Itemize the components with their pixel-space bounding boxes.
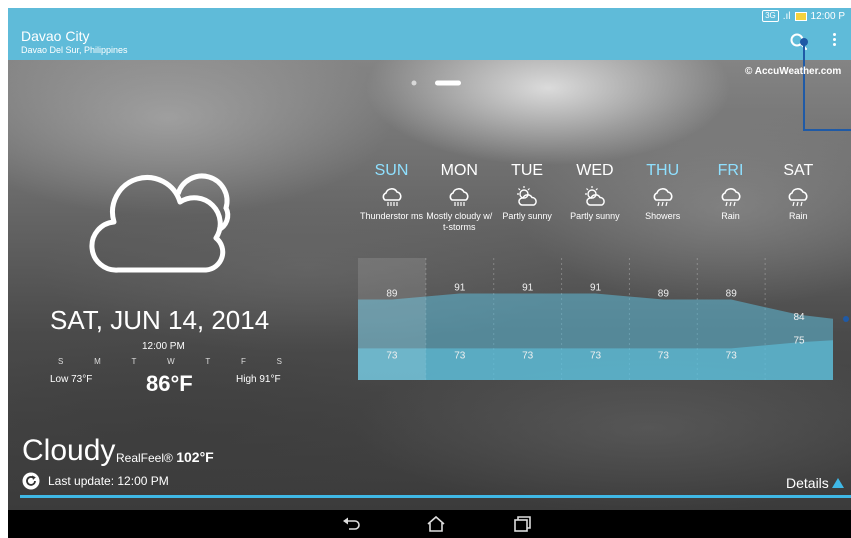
region-name: Davao Del Sur, Philippines [21, 45, 128, 55]
day-letter: S [58, 357, 64, 366]
week-day-strip: S M T W T F S [58, 357, 282, 366]
current-temperature: 86°F [146, 371, 193, 396]
status-time: 12:00 P [810, 10, 845, 22]
low-temperature-label: 73 [726, 350, 738, 361]
high-temperature: High 91°F [236, 374, 281, 385]
day-letter: T [131, 357, 137, 366]
network-type: 3G [762, 10, 779, 22]
partly-sunny-icon [517, 186, 537, 206]
high-temperature-label: 91 [590, 282, 602, 293]
high-temperature-label: 89 [658, 289, 670, 300]
rain-icon [788, 188, 808, 207]
signal-icon: .ıl [782, 10, 791, 22]
low-temperature: Low 73°F [50, 374, 93, 385]
low-temperature-label: 73 [454, 350, 466, 361]
realfeel-value: 102°F [176, 449, 214, 465]
cloudy-icon [89, 173, 231, 273]
app-bar: Davao City Davao Del Sur, Philippines [8, 26, 851, 60]
forecast-day-sat[interactable]: SAT Rain [765, 160, 832, 222]
forecast-day-mon[interactable]: MON Mostly cloudy w/ t-storms [426, 160, 493, 233]
thunderstorm-icon [382, 188, 402, 206]
forecast-day-name: TUE [511, 162, 544, 179]
recent-apps-icon[interactable] [512, 515, 532, 533]
thunderstorm-icon [449, 188, 469, 206]
day-letter: S [276, 357, 282, 366]
details-label: Details [786, 475, 829, 491]
high-temperature-label: 89 [386, 289, 398, 300]
day-letter: W [167, 357, 175, 366]
details-bar [20, 495, 851, 498]
realfeel: RealFeel® 102°F [116, 449, 214, 465]
forecast-condition: Partly sunny [570, 211, 620, 221]
high-temperature-label: 84 [794, 312, 806, 323]
forecast-condition: Mostly cloudy w/ t-storms [426, 211, 493, 232]
status-bar: 3G .ıl 12:00 P [8, 8, 851, 26]
realfeel-label: RealFeel® [116, 451, 173, 465]
back-icon[interactable] [342, 515, 362, 533]
current-date: SAT, JUN 14, 2014 [50, 305, 270, 335]
low-temperature-label: 73 [522, 350, 534, 361]
high-temperature-label: 89 [726, 289, 738, 300]
annotation-dot [843, 316, 849, 322]
annotation-line [803, 129, 851, 131]
forecast-day-name: MON [440, 162, 478, 179]
forecast-day-name: THU [646, 162, 680, 179]
forecast-condition: Showers [645, 211, 681, 221]
forecast-condition: Rain [789, 211, 808, 221]
details-button[interactable]: Details [786, 475, 844, 491]
forecast-day-name: WED [576, 162, 614, 179]
forecast-condition: Partly sunny [502, 211, 552, 221]
current-condition: Cloudy [22, 434, 116, 467]
forecast-day-sun[interactable]: SUN Thunderstor ms [358, 160, 425, 222]
triangle-up-icon [831, 478, 844, 488]
temperature-chart: 89 91 91 91 89 89 84 73 73 73 73 73 73 75 [358, 258, 833, 380]
home-icon[interactable] [426, 515, 446, 533]
high-temperature-label: 91 [454, 282, 466, 293]
rain-icon [721, 188, 741, 207]
day-letter: F [241, 357, 246, 366]
forecast-day-fri[interactable]: FRI Rain [697, 160, 764, 222]
high-temperature-label: 91 [522, 282, 534, 293]
low-temperature-label: 73 [590, 350, 602, 361]
forecast-condition: Thunderstor ms [359, 211, 424, 221]
refresh-icon[interactable] [22, 472, 40, 490]
low-temperature-label: 73 [658, 350, 670, 361]
forecast-condition: Rain [721, 211, 740, 221]
forecast-day-tue[interactable]: TUE Partly sunny [494, 160, 561, 222]
accuweather-attribution[interactable]: © AccuWeather.com [745, 66, 841, 77]
status-icons: 3G .ıl 12:00 P [762, 10, 845, 22]
day-letter: M [94, 357, 101, 366]
day-letter: T [205, 357, 211, 366]
low-temperature-label: 75 [794, 335, 806, 346]
forecast-day-name: FRI [717, 162, 744, 179]
current-time: 12:00 PM [142, 341, 185, 352]
selected-day-highlight [358, 258, 426, 380]
weather-screen: 3G .ıl 12:00 P Davao City Davao Del Sur,… [0, 0, 851, 538]
forecast-day-name: SUN [374, 162, 409, 179]
showers-icon [653, 188, 673, 207]
navigation-bar [8, 510, 851, 538]
city-name[interactable]: Davao City [21, 28, 89, 44]
annotation-dot [800, 38, 808, 46]
forecast-day-thu[interactable]: THU Showers [629, 160, 696, 222]
forecast-day-name: SAT [783, 162, 814, 179]
annotation-line [803, 42, 805, 131]
last-update: Last update: 12:00 PM [48, 474, 169, 488]
forecast-day-wed[interactable]: WED Partly sunny [561, 160, 628, 222]
partly-sunny-icon [584, 186, 605, 206]
battery-icon [794, 11, 807, 21]
more-vert-icon[interactable] [831, 33, 837, 53]
low-temperature-label: 73 [386, 350, 398, 361]
page-indicator[interactable] [411, 79, 463, 87]
